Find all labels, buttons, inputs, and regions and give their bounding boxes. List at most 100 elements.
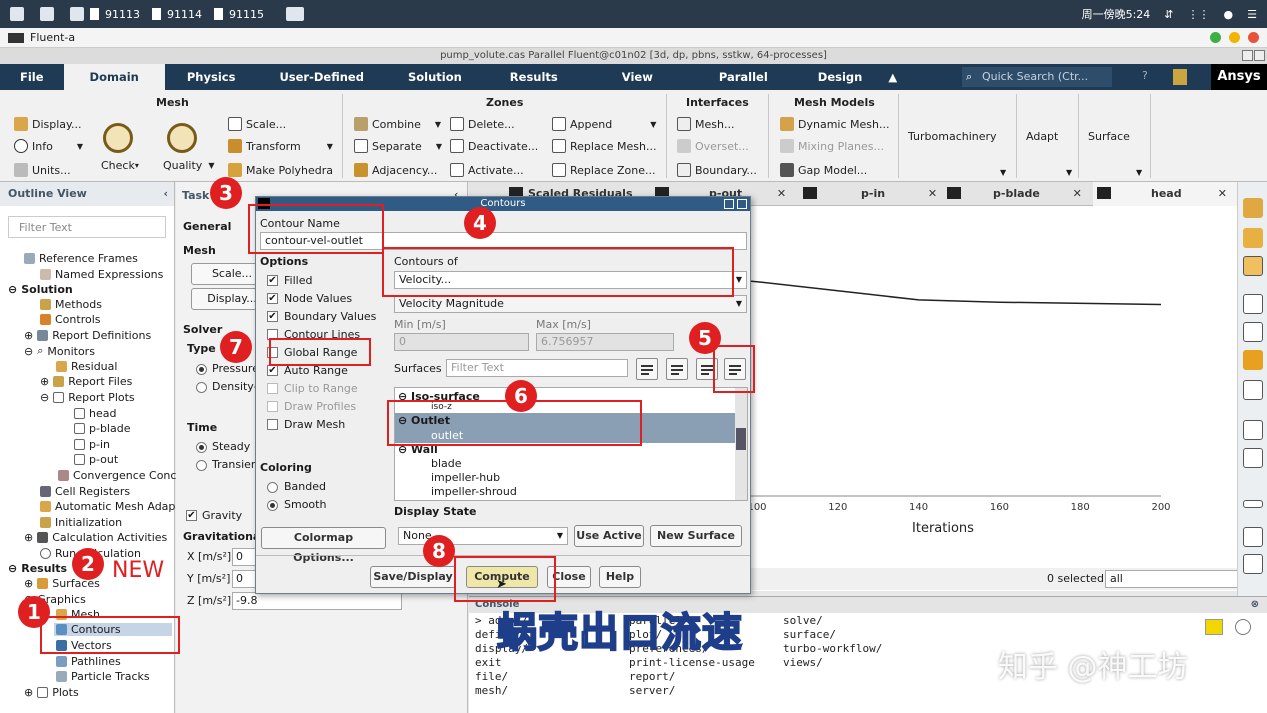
replace-mesh-button[interactable]: Replace Mesh... xyxy=(552,139,656,153)
zoom-icon[interactable] xyxy=(1243,256,1263,276)
notes-icon[interactable] xyxy=(1173,69,1187,85)
list-scrollbar[interactable] xyxy=(735,388,747,500)
draw-mesh-checkbox[interactable] xyxy=(267,419,278,430)
apps-grid-icon[interactable]: ⋮⋮ xyxy=(1188,8,1210,21)
zones-delete-button[interactable]: Delete... xyxy=(450,117,515,131)
tree-item-report-files[interactable]: ⊕ Report Files xyxy=(40,375,132,388)
selection-filter-select[interactable]: all▼ xyxy=(1105,570,1255,588)
new-surface-button[interactable]: New Surface xyxy=(650,525,742,547)
legend-icon[interactable] xyxy=(1243,448,1263,468)
close-tab-icon[interactable]: ✕ xyxy=(777,182,786,206)
min-value-field[interactable]: 0 xyxy=(394,333,529,351)
eye-icon[interactable] xyxy=(1243,294,1263,314)
scrollbar-thumb[interactable] xyxy=(736,428,746,450)
boundary-values-checkbox[interactable]: ✔ xyxy=(267,311,278,322)
warning-icon[interactable] xyxy=(1205,619,1223,635)
collapse-ribbon-icon[interactable]: ▲ xyxy=(884,64,901,90)
mesh-info-button[interactable]: Info ▼ xyxy=(14,139,83,153)
tab-file[interactable]: File xyxy=(0,64,64,90)
close-tab-icon[interactable]: ✕ xyxy=(1218,182,1227,206)
use-active-button[interactable]: Use Active xyxy=(574,525,644,547)
rotate-icon[interactable] xyxy=(1243,198,1263,218)
display-state-select[interactable]: None ▼ xyxy=(398,527,568,545)
max-value-field[interactable]: 6.756957 xyxy=(536,333,674,351)
tab-solution[interactable]: Solution xyxy=(386,64,484,90)
zones-adjacency-button[interactable]: Adjacency... xyxy=(354,163,437,177)
interfaces-boundary-button[interactable]: Boundary... xyxy=(677,163,757,177)
zones-append-button[interactable]: Append ▼ xyxy=(552,117,656,131)
tree-item-pathlines[interactable]: Pathlines xyxy=(56,655,121,668)
close-console-icon[interactable]: ⊗ xyxy=(1251,597,1259,613)
steady-radio[interactable] xyxy=(196,442,207,453)
quick-search-input[interactable]: ⌕ Quick Search (Ctr... xyxy=(962,67,1112,87)
surfaces-filter-input[interactable]: Filter Text xyxy=(446,359,628,377)
minimize-button[interactable] xyxy=(1210,32,1221,43)
tree-item-head[interactable]: head xyxy=(74,407,116,420)
node-values-checkbox[interactable]: ✔ xyxy=(267,293,278,304)
maximize-dialog-button[interactable] xyxy=(724,199,734,209)
outline-filter-input[interactable]: Filter Text xyxy=(8,216,166,238)
auto-range-checkbox[interactable]: ✔ xyxy=(267,365,278,376)
view-icon[interactable] xyxy=(1243,350,1263,370)
density-based-radio[interactable] xyxy=(196,382,207,393)
banded-radio[interactable] xyxy=(267,482,278,493)
graphics-tab-p-blade[interactable]: p-blade ✕ xyxy=(947,182,1082,206)
graphics-tab-head[interactable]: head ✕ xyxy=(1093,182,1237,206)
tab-design[interactable]: Design xyxy=(796,64,885,90)
close-button[interactable] xyxy=(1248,32,1259,43)
contours-of-quantity-select[interactable]: Velocity Magnitude ▼ xyxy=(394,295,747,313)
select-all-surfaces-button[interactable] xyxy=(666,358,688,380)
collapse-panel-icon[interactable]: ‹ xyxy=(163,182,168,206)
zones-deactivate-button[interactable]: Deactivate... xyxy=(450,139,538,153)
tab-physics[interactable]: Physics xyxy=(165,64,258,90)
close-tab-icon[interactable]: ✕ xyxy=(928,182,937,206)
zones-combine-button[interactable]: Combine ▼ xyxy=(354,117,441,131)
gap-model-button[interactable]: Gap Model... xyxy=(780,163,867,177)
turbomachinery-menu[interactable]: Turbomachinery xyxy=(908,130,997,143)
tab-user-defined[interactable]: User-Defined xyxy=(257,64,386,90)
start-menu-icon[interactable] xyxy=(10,7,24,21)
smooth-radio[interactable] xyxy=(267,500,278,511)
chevron-down-icon[interactable]: ▼ xyxy=(1000,168,1006,177)
tree-item-calculation-activities[interactable]: ⊕ Calculation Activities xyxy=(24,531,167,544)
tree-item-report-plots[interactable]: ⊖ Report Plots xyxy=(40,391,135,404)
interfaces-overset-button[interactable]: Overset... xyxy=(677,139,749,153)
tree-item-residual[interactable]: Residual xyxy=(56,360,117,373)
taskbar-task-1[interactable]: 91113 xyxy=(90,8,140,21)
help-button[interactable]: Help xyxy=(599,566,641,588)
user-icon[interactable]: ● xyxy=(1224,8,1234,21)
list-item-impeller-shroud[interactable]: impeller-shroud xyxy=(431,485,517,498)
mesh-scale-button[interactable]: Scale... xyxy=(228,117,286,131)
tree-item-automatic-mesh-adaption[interactable]: Automatic Mesh Adap xyxy=(40,500,175,513)
fluent-app-icon[interactable] xyxy=(286,7,304,21)
draw-profiles-checkbox[interactable] xyxy=(267,401,278,412)
probe-icon[interactable] xyxy=(1243,322,1263,342)
zones-activate-button[interactable]: Activate... xyxy=(450,163,524,177)
info-icon[interactable] xyxy=(1235,619,1251,635)
tab-domain[interactable]: Domain xyxy=(63,64,165,90)
maximize-button[interactable] xyxy=(1229,32,1240,43)
tree-item-report-definitions[interactable]: ⊕ Report Definitions xyxy=(24,329,151,342)
tree-item-solution[interactable]: ⊖ Solution xyxy=(8,283,73,296)
pressure-based-radio[interactable] xyxy=(196,364,207,375)
mesh-quality-button[interactable]: Quality ▼ xyxy=(163,159,214,172)
tree-item-convergence[interactable]: Convergence Conc xyxy=(58,469,176,482)
tree-item-named-expressions[interactable]: Named Expressions xyxy=(40,268,163,281)
pin-icon[interactable] xyxy=(70,7,84,21)
mesh-transform-button[interactable]: Transform ▼ xyxy=(228,139,333,153)
tree-item-reference-frames[interactable]: Reference Frames xyxy=(24,252,138,265)
chevron-down-icon[interactable]: ▼ xyxy=(1136,168,1142,177)
quality-mesh-icon[interactable] xyxy=(167,123,197,153)
folder-icon[interactable] xyxy=(40,7,54,21)
restore-window-button[interactable] xyxy=(1242,50,1253,61)
tab-view[interactable]: View xyxy=(584,64,691,90)
network-icon[interactable]: ⇵ xyxy=(1164,8,1173,21)
tab-results[interactable]: Results xyxy=(484,64,584,90)
tree-item-results[interactable]: ⊖ Results xyxy=(8,562,67,575)
surface-menu[interactable]: Surface xyxy=(1088,130,1130,143)
new-surface-list-button[interactable] xyxy=(636,358,658,380)
taskbar-task-2[interactable]: 91114 xyxy=(152,8,202,21)
adapt-menu[interactable]: Adapt xyxy=(1026,130,1058,143)
mixing-planes-button[interactable]: Mixing Planes... xyxy=(780,139,884,153)
filled-checkbox[interactable]: ✔ xyxy=(267,275,278,286)
